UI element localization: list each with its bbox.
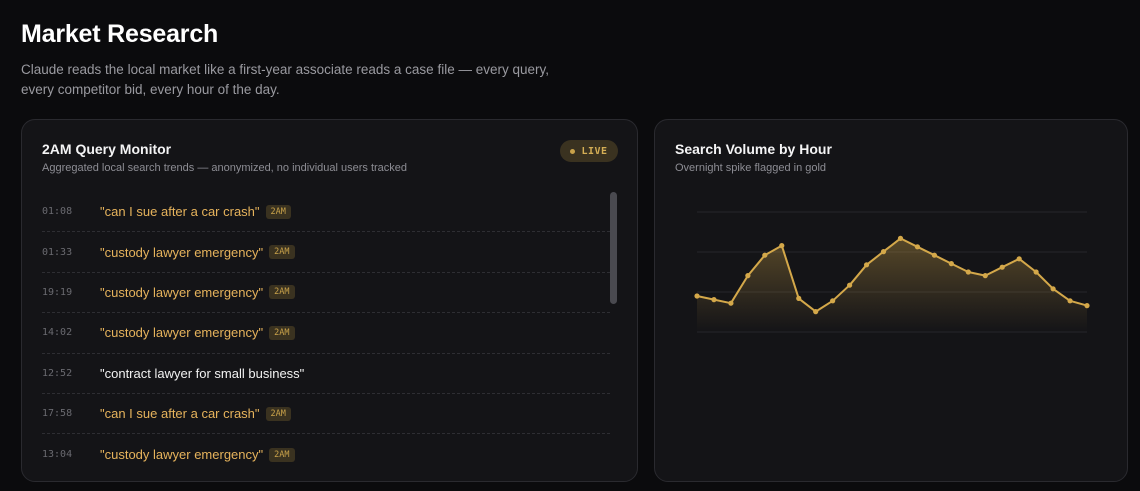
query-time: 17:58: [42, 408, 73, 420]
chart-data-point: [745, 273, 751, 279]
query-monitor-title: 2AM Query Monitor: [42, 141, 172, 157]
page-subtitle: Claude reads the local market like a fir…: [21, 62, 549, 97]
chart-data-point: [999, 264, 1005, 270]
query-text: "custody lawyer emergency": [100, 325, 264, 341]
query-time: 01:33: [42, 246, 73, 258]
query-feed[interactable]: 01:08 "can I sue after a car crash" 2AM 01:…: [42, 192, 610, 475]
query-text: "can I sue after a car crash": [100, 406, 260, 422]
query-row[interactable]: 12:52 "contract lawyer for small business…: [42, 354, 610, 394]
query-tag-2am: 2AM: [269, 325, 295, 340]
query-row[interactable]: 14:02 "custody lawyer emergency" 2AM: [42, 313, 610, 354]
query-text: "custody lawyer emergency": [100, 284, 264, 300]
search-volume-card: Search Volume by Hour Overnight spike fl…: [654, 119, 1128, 482]
page-title: Market Research: [21, 20, 219, 48]
query-tag-2am: 2AM: [269, 245, 295, 260]
feed-scrollbar[interactable]: [610, 192, 617, 304]
chart-data-point: [1050, 286, 1056, 292]
chart-data-point: [711, 297, 717, 303]
chart-data-point: [965, 269, 971, 275]
chart-data-point: [914, 244, 921, 250]
query-row[interactable]: 01:08 "can I sue after a car crash" 2AM: [42, 192, 610, 233]
chart-data-point: [897, 235, 904, 241]
chart-data-point: [796, 295, 802, 301]
live-badge: LIVE: [560, 140, 618, 162]
query-text: "custody lawyer emergency": [100, 447, 264, 463]
search-volume-title: Search Volume by Hour: [675, 141, 832, 157]
live-badge-label: LIVE: [581, 145, 608, 157]
chart-data-point: [779, 243, 785, 249]
query-row[interactable]: 01:33 "custody lawyer emergency" 2AM: [42, 232, 610, 273]
query-time: 12:52: [42, 367, 73, 379]
chart-data-point: [931, 252, 937, 258]
query-time: 13:04: [42, 449, 73, 461]
chart-data-point: [694, 293, 700, 299]
chart-data-point: [1016, 256, 1022, 262]
query-monitor-subtitle: Aggregated local search trends — anonymi…: [42, 162, 408, 174]
chart-data-point: [830, 298, 836, 304]
chart-data-point: [1084, 303, 1090, 309]
chart-data-point: [728, 300, 734, 306]
chart-data-point: [1033, 269, 1039, 275]
chart-data-point: [863, 262, 870, 268]
query-time: 01:08: [42, 206, 73, 218]
chart-data-point: [847, 282, 853, 288]
chart-data-point: [762, 252, 768, 258]
live-dot-icon: [570, 148, 576, 154]
chart-data-point: [880, 249, 887, 255]
query-tag-2am: 2AM: [265, 204, 291, 219]
query-tag-2am: 2AM: [265, 406, 291, 421]
search-volume-subtitle: Overnight spike flagged in gold: [675, 162, 827, 174]
query-time: 14:02: [42, 327, 73, 339]
chart-data-point: [982, 273, 988, 279]
query-monitor-card: 2AM Query Monitor Aggregated local searc…: [21, 119, 638, 482]
chart-data-point: [948, 261, 954, 267]
query-tag-2am: 2AM: [269, 285, 295, 300]
chart-data-point: [1067, 298, 1073, 304]
search-volume-chart: [694, 211, 1090, 333]
query-text: "can I sue after a car crash": [100, 204, 260, 220]
query-row[interactable]: 19:19 "custody lawyer emergency" 2AM: [42, 273, 610, 314]
query-row[interactable]: 13:04 "custody lawyer emergency" 2AM: [42, 434, 610, 474]
query-text: "contract lawyer for small business": [100, 365, 305, 381]
query-tag-2am: 2AM: [269, 447, 295, 462]
query-time: 19:19: [42, 286, 73, 298]
query-text: "custody lawyer emergency": [100, 244, 264, 260]
query-row[interactable]: 17:58 "can I sue after a car crash" 2AM: [42, 394, 610, 435]
chart-data-point: [813, 309, 819, 315]
